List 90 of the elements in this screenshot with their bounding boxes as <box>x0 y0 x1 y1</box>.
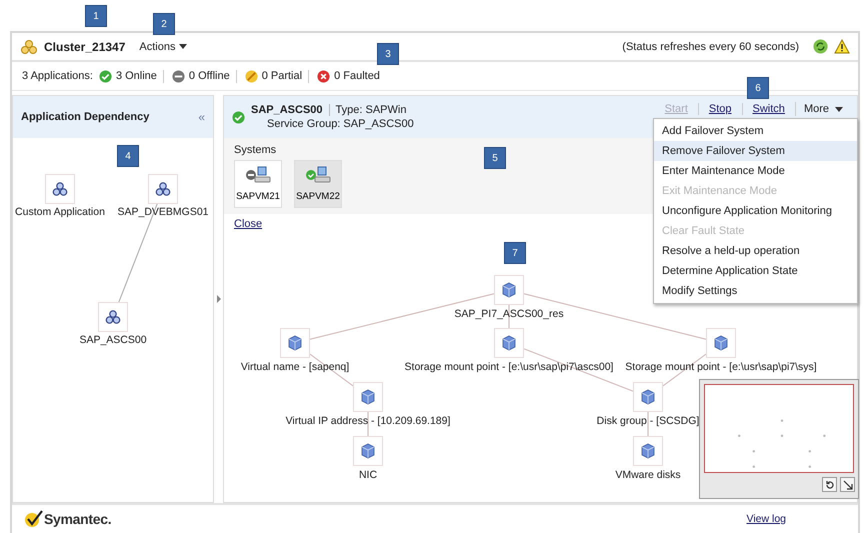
cube-icon <box>360 443 376 459</box>
graph-node[interactable] <box>494 275 524 305</box>
cluster-name: Cluster_21347 <box>44 40 126 54</box>
splitter-handle-icon[interactable] <box>216 295 220 303</box>
connector-line <box>508 304 510 328</box>
node-label: Disk group - [SCSDG] <box>596 415 700 427</box>
panel-title: Application Dependency <box>21 111 150 123</box>
application-name: SAP_ASCS00 <box>251 104 330 116</box>
checkmark-icon <box>24 510 44 528</box>
node-label: Custom Application <box>15 206 105 218</box>
application-type: Type: SAPWin <box>336 104 406 116</box>
cube-icon <box>501 335 517 351</box>
refresh-icon[interactable] <box>813 39 828 54</box>
cube-icon <box>360 389 376 405</box>
menu-item[interactable]: Unconfigure Application Monitoring <box>654 201 857 221</box>
node-label: SAP_PI7_ASCS00_res <box>454 308 564 320</box>
overview-map[interactable] <box>704 384 854 473</box>
service-group: Service Group: SAP_ASCS00 <box>251 118 414 130</box>
graph-node[interactable] <box>633 382 663 412</box>
node-label: Virtual name - [sapenq] <box>240 361 350 373</box>
menu-item[interactable]: Resolve a held-up operation <box>654 241 857 261</box>
caret-icon <box>179 44 188 49</box>
cluster-icon <box>20 38 38 54</box>
app-icon <box>155 181 171 197</box>
action-link[interactable]: Stop <box>698 103 742 115</box>
graph-node[interactable] <box>45 174 75 204</box>
node-label: Storage mount point - [e:\usr\sap\pi7\sys] <box>625 361 817 373</box>
reset-view-button[interactable] <box>822 477 837 492</box>
graph-node[interactable] <box>148 174 178 204</box>
graph-node[interactable] <box>280 328 310 358</box>
graph-node[interactable] <box>353 436 383 466</box>
cube-icon <box>501 282 517 298</box>
menu-item[interactable]: Determine Application State <box>654 261 857 281</box>
online-icon <box>98 70 112 82</box>
node-label: Virtual IP address - [10.209.69.189] <box>286 415 450 427</box>
system-tile[interactable]: SAPVM22 <box>294 160 342 208</box>
graph-node[interactable] <box>98 302 128 332</box>
status-count: 0 Partial <box>262 70 302 82</box>
callout-marker: 1 <box>85 5 107 27</box>
close-link[interactable]: Close <box>234 218 262 230</box>
app-icon <box>52 181 68 197</box>
server-icon <box>305 166 331 184</box>
node-label: NIC <box>358 469 378 481</box>
applications-label: 3 Applications: <box>22 70 93 82</box>
node-label: SAP_ASCS00 <box>79 334 147 346</box>
status-note: (Status refreshes every 60 seconds) <box>622 40 799 52</box>
callout-marker: 3 <box>377 43 399 65</box>
status-count: 0 Offline <box>188 70 230 82</box>
diagonal-arrow-icon <box>842 480 852 490</box>
callout-marker: 6 <box>747 77 769 99</box>
callout-marker: 7 <box>504 242 526 264</box>
server-icon <box>245 166 271 184</box>
connector-line <box>310 354 354 386</box>
callout-marker: 2 <box>153 13 175 35</box>
menu-item[interactable]: Add Failover System <box>654 121 857 141</box>
menu-item[interactable]: Enter Maintenance Mode <box>654 161 857 181</box>
graph-node[interactable] <box>706 328 736 358</box>
offline-icon <box>172 70 185 82</box>
status-count: 0 Faulted <box>334 70 380 82</box>
status-count: 3 Online <box>116 70 157 82</box>
callout-marker: 4 <box>117 145 139 167</box>
node-label: Storage mount point - [e:\usr\sap\pi7\ascs00] <box>404 361 614 373</box>
app-icon <box>105 309 121 325</box>
node-label: SAP_DVEBMGS01 <box>117 206 209 218</box>
partial-icon <box>244 70 258 82</box>
resize-button[interactable] <box>840 477 855 492</box>
systems-title: Systems <box>234 144 276 156</box>
callout-marker: 5 <box>484 147 506 169</box>
menu-item[interactable]: Remove Failover System <box>654 141 857 161</box>
cube-icon <box>640 443 656 459</box>
caret-icon <box>835 106 843 112</box>
graph-node[interactable] <box>494 328 524 358</box>
warning-icon[interactable] <box>834 39 850 54</box>
more-menu[interactable]: More <box>794 102 849 116</box>
graph-node[interactable] <box>633 436 663 466</box>
menu-item[interactable]: Modify Settings <box>654 281 857 301</box>
symantec-logo: Symantec. <box>24 510 112 528</box>
status-icon <box>232 110 245 124</box>
collapse-button[interactable]: « <box>198 110 205 124</box>
view-log-link[interactable]: View log <box>746 513 786 525</box>
cube-icon <box>713 335 729 351</box>
cube-icon <box>640 389 656 405</box>
system-tile[interactable]: SAPVM21 <box>234 160 282 208</box>
faulted-icon <box>317 70 330 82</box>
node-label: VMware disks <box>615 469 681 481</box>
action-link[interactable]: Switch <box>742 103 795 115</box>
cube-icon <box>287 335 303 351</box>
actions-menu[interactable]: Actions <box>139 40 188 52</box>
graph-node[interactable] <box>353 382 383 412</box>
reset-icon <box>824 480 834 490</box>
